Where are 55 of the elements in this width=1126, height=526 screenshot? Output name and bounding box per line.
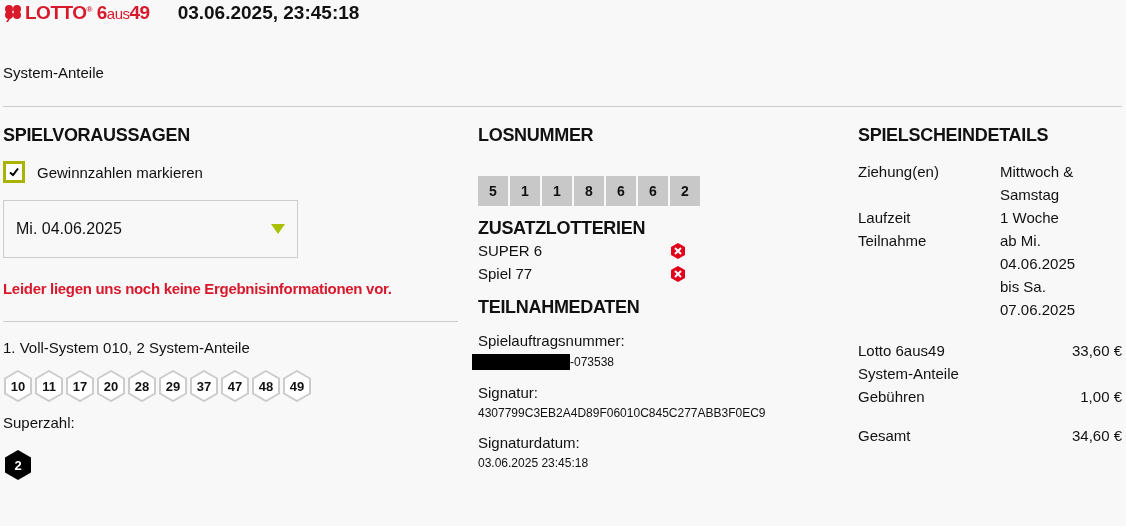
cost-amount: 33,60 €	[1071, 341, 1122, 361]
clover-icon	[3, 4, 23, 22]
ticket-digit: 1	[510, 176, 540, 206]
page-subtitle: System-Anteile	[3, 64, 105, 81]
ticket-digit: 8	[574, 176, 604, 206]
lotto-number: 49	[282, 370, 312, 402]
lotto-number: 29	[158, 370, 188, 402]
field-value: 03.06.2025 23:45:18	[478, 456, 589, 470]
section-title: TEILNAHMEDATEN	[478, 297, 640, 318]
ticket-digit: 2	[670, 176, 700, 206]
ticket-digit: 5	[478, 176, 508, 206]
section-title: SPIELVORAUSSAGEN	[3, 125, 190, 146]
logo-wordmark: LOTTO$^{®}$ 6aus49	[25, 2, 150, 24]
detail-label: Laufzeit	[858, 208, 912, 228]
superzahl-label: Superzahl:	[3, 414, 75, 431]
lotto-number: 37	[189, 370, 219, 402]
section-title: SPIELSCHEINDETAILS	[858, 125, 1049, 146]
ticket-digit: 1	[542, 176, 572, 206]
field-value: -073538	[570, 355, 615, 369]
lotto-number: 48	[251, 370, 281, 402]
date-dropdown[interactable]: Mi. 04.06.2025	[3, 200, 298, 258]
lotto-number: 47	[220, 370, 250, 402]
lotto-number: 20	[96, 370, 126, 402]
detail-label: Teilnahme	[858, 231, 928, 251]
detail-label: Ziehung(en)	[858, 162, 940, 182]
cost-label: Gebühren	[858, 387, 926, 407]
section-title: LOSNUMMER	[478, 125, 594, 146]
dropdown-arrow-icon	[271, 224, 285, 234]
notice-message: Leider liegen uns noch keine Ergebnisinformationen vor.	[3, 280, 392, 297]
lotto-number: 17	[65, 370, 95, 402]
field-label: Signatur:	[478, 384, 540, 401]
superzahl-number: 2	[3, 449, 33, 481]
detail-value: ab Mi. 04.06.2025 bis Sa. 07.06.2025	[1000, 231, 1077, 320]
lottery-name: SUPER 6	[478, 241, 543, 261]
section-title: ZUSATZLOTTERIEN	[478, 218, 646, 239]
system-title: 1. Voll-System 010, 2 System-Anteile	[3, 339, 250, 356]
total-label: Gesamt	[858, 426, 912, 446]
lotto-number: 11	[34, 370, 64, 402]
checkbox[interactable]	[3, 161, 25, 183]
ticket-digit: 6	[638, 176, 668, 206]
timestamp: 03.06.2025, 23:45:18	[177, 2, 360, 24]
lotto-number: 28	[127, 370, 157, 402]
cost-amount: 1,00 €	[1080, 387, 1122, 407]
ticket-digit: 6	[606, 176, 636, 206]
total-amount: 34,60 €	[1071, 426, 1122, 446]
lottery-name: Spiel 77	[478, 264, 533, 284]
detail-value: 1 Woche	[1000, 208, 1060, 228]
check-icon	[9, 167, 19, 177]
field-label: Signaturdatum:	[478, 434, 581, 451]
checkbox-label[interactable]: Gewinnzahlen markieren	[37, 163, 203, 181]
detail-value: Mittwoch & Samstag	[1000, 162, 1075, 205]
cost-label: Lotto 6aus49 System-Anteile	[858, 341, 960, 384]
lotto-number: 10	[3, 370, 33, 402]
field-value: 4307799C3EB2A4D89F06010C845C277ABB3F0EC9	[478, 406, 766, 420]
field-label: Spielauftragsnummer:	[478, 332, 625, 349]
